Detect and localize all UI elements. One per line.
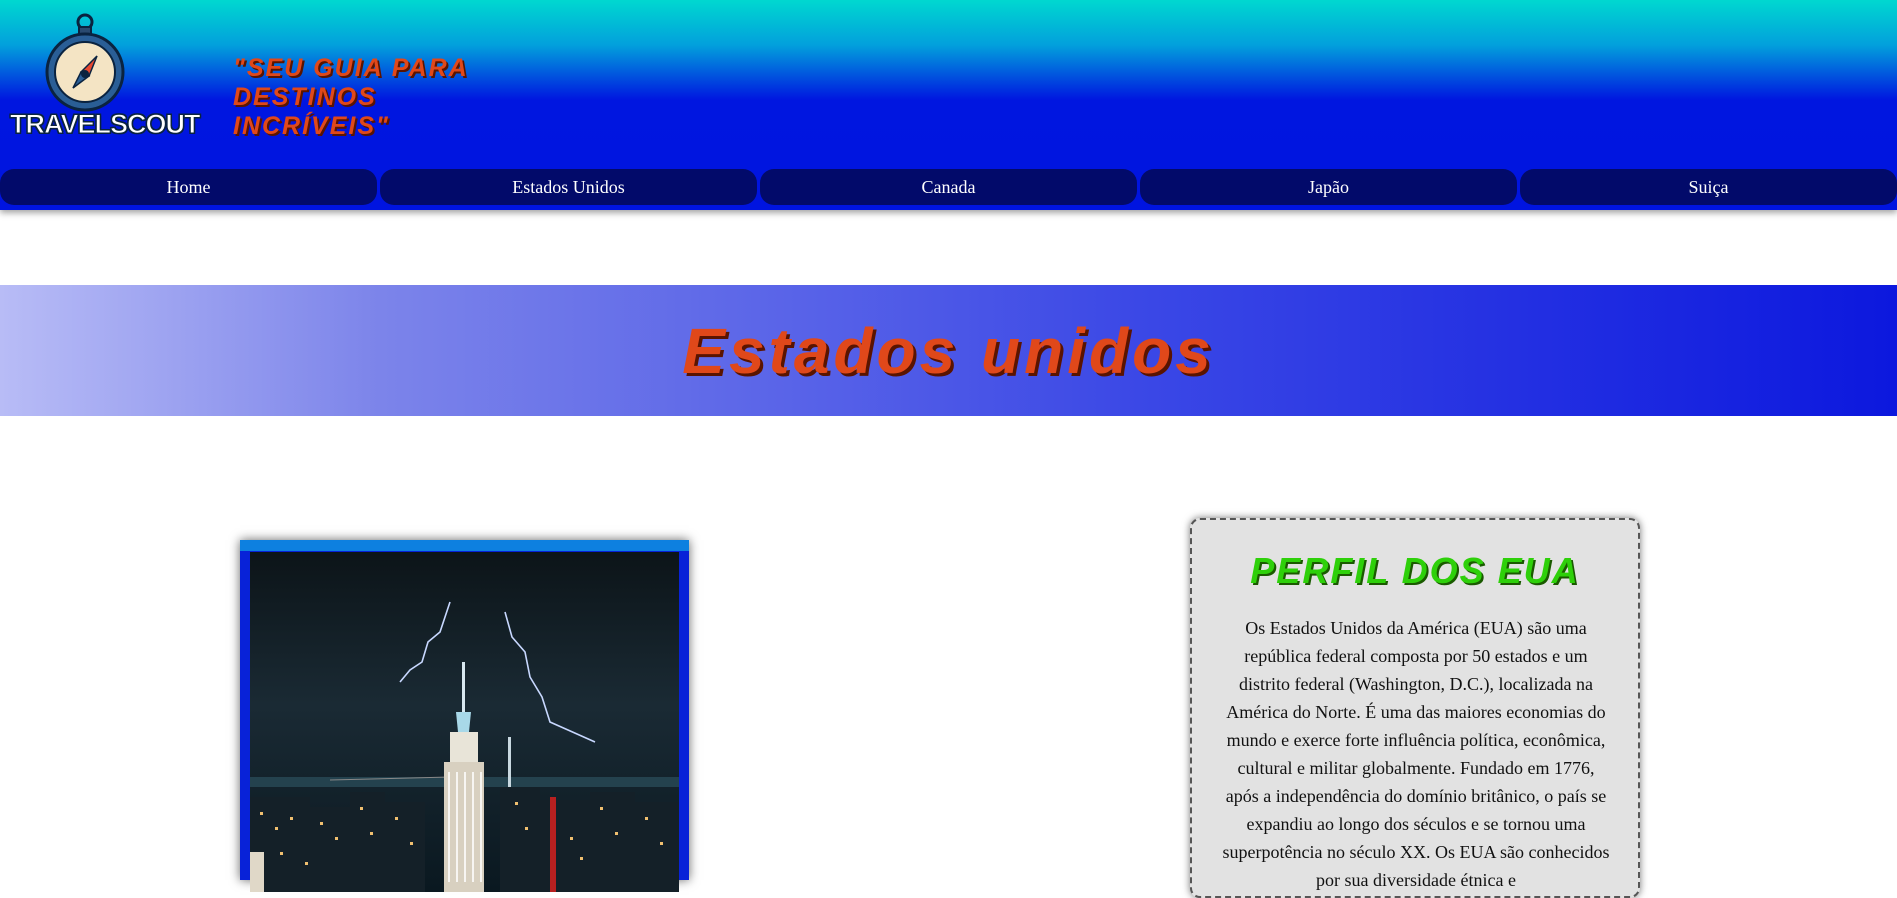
city-skyline-image bbox=[250, 552, 679, 892]
nav-item-suica[interactable]: Suiça bbox=[1520, 169, 1897, 205]
nav-item-japao[interactable]: Japão bbox=[1140, 169, 1517, 205]
profile-title: perfil dos EUA bbox=[1250, 550, 1580, 591]
compass-icon bbox=[45, 13, 125, 112]
page-title: Estados unidos bbox=[682, 314, 1215, 387]
logo[interactable]: TRAVELSCOUT bbox=[10, 12, 202, 142]
main-nav: Home Estados Unidos Canada Japão Suiça bbox=[0, 169, 1897, 205]
site-header: TRAVELSCOUT "Seu guia para destinos incr… bbox=[0, 0, 1897, 210]
profile-text: Os Estados Unidos da América (EUA) são u… bbox=[1222, 618, 1610, 890]
slogan: "Seu guia para destinos incríveis" bbox=[233, 54, 468, 140]
photo-frame bbox=[240, 540, 689, 892]
profile-card: perfil dos EUA Os Estados Unidos da Amér… bbox=[1190, 518, 1640, 898]
logo-text: TRAVELSCOUT bbox=[10, 109, 202, 140]
nav-item-canada[interactable]: Canada bbox=[760, 169, 1137, 205]
nav-item-estados-unidos[interactable]: Estados Unidos bbox=[380, 169, 757, 205]
nav-item-home[interactable]: Home bbox=[0, 169, 377, 205]
page-title-banner: Estados unidos bbox=[0, 285, 1897, 416]
